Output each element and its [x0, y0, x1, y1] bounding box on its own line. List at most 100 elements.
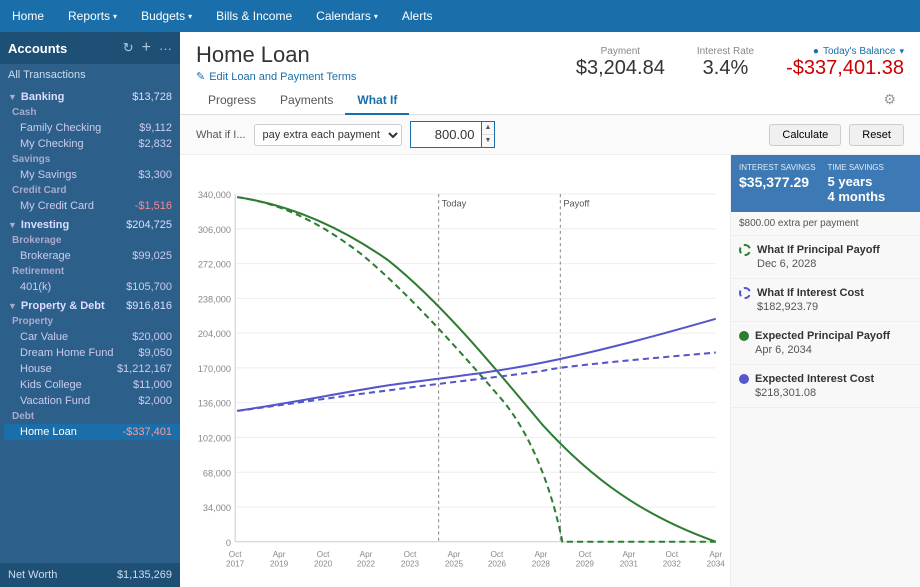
- sidebar-subgroup-brokerage: Brokerage: [4, 233, 180, 248]
- svg-text:Apr: Apr: [709, 550, 722, 559]
- today-balance-icon: ●: [813, 46, 819, 57]
- svg-text:2031: 2031: [620, 559, 639, 568]
- sidebar-item-vacation-fund[interactable]: Vacation Fund$2,000: [4, 393, 180, 409]
- whatif-amount-input[interactable]: [410, 121, 482, 148]
- loan-chart: 340,000 306,000 272,000 238,000 204,000 …: [184, 163, 726, 583]
- nav-item-alerts[interactable]: Alerts: [390, 0, 445, 32]
- sidebar-all-transactions[interactable]: All Transactions: [0, 64, 180, 86]
- whatif-spinner[interactable]: ▲ ▼: [482, 121, 496, 148]
- whatif-label: What if I...: [196, 129, 246, 141]
- expected-principal-label: Expected Principal Payoff: [755, 330, 890, 342]
- nav-home[interactable]: Home: [0, 0, 56, 32]
- svg-text:136,000: 136,000: [198, 399, 231, 409]
- sidebar-subgroup-savings: Savings: [4, 152, 180, 167]
- whatif-principal-value: Dec 6, 2028: [739, 258, 912, 270]
- settings-icon[interactable]: ⚙: [875, 87, 904, 112]
- expected-principal-value: Apr 6, 2034: [739, 344, 912, 356]
- today-balance-value: -$337,401.38: [786, 57, 904, 80]
- whatif-principal-label: What If Principal Payoff: [757, 244, 880, 256]
- interest-value: 3.4%: [697, 57, 754, 80]
- svg-text:Payoff: Payoff: [563, 198, 589, 208]
- today-balance-label: Today's Balance: [823, 46, 896, 57]
- svg-text:Apr: Apr: [535, 550, 548, 559]
- sidebar-subgroup-retirement: Retirement: [4, 264, 180, 279]
- refresh-icon[interactable]: ↻: [123, 40, 134, 56]
- sidebar-subgroup-cash: Cash: [4, 105, 180, 120]
- sidebar-item-my-credit-card[interactable]: My Credit Card-$1,516: [4, 198, 180, 214]
- legend-item-expected-principal: Expected Principal Payoff Apr 6, 2034: [731, 322, 920, 365]
- sidebar-group-investing-label: Investing: [21, 219, 126, 231]
- spinner-down-icon[interactable]: ▼: [482, 135, 495, 147]
- time-savings-value: 5 years4 months: [828, 174, 913, 204]
- nav-item-reports[interactable]: Reports ▾: [56, 0, 129, 32]
- tab-payments[interactable]: Payments: [268, 87, 345, 115]
- svg-text:306,000: 306,000: [198, 225, 231, 235]
- today-balance-arrow: ▾: [899, 46, 904, 57]
- more-options-icon[interactable]: ···: [159, 41, 172, 56]
- sidebar-group-banking: ▼ Banking $13,728 Cash Family Checking$9…: [0, 86, 180, 214]
- sidebar-item-kids-college[interactable]: Kids College$11,000: [4, 377, 180, 393]
- svg-text:2028: 2028: [532, 559, 551, 568]
- sidebar-item-dream-home[interactable]: Dream Home Fund$9,050: [4, 345, 180, 361]
- svg-text:Oct: Oct: [404, 550, 417, 559]
- nav-item-calendars[interactable]: Calendars ▾: [304, 0, 390, 32]
- sidebar-item-house[interactable]: House$1,212,167: [4, 361, 180, 377]
- svg-text:Today: Today: [442, 198, 467, 208]
- sidebar-item-my-savings[interactable]: My Savings$3,300: [4, 167, 180, 183]
- banking-collapse-icon[interactable]: ▼: [8, 92, 17, 102]
- svg-text:2023: 2023: [401, 559, 420, 568]
- calculate-button[interactable]: Calculate: [769, 124, 841, 146]
- time-savings-block: TIME SAVINGS 5 years4 months: [828, 163, 913, 204]
- content-header: Home Loan ✎ Edit Loan and Payment Terms …: [180, 32, 920, 115]
- svg-text:Oct: Oct: [665, 550, 678, 559]
- svg-text:170,000: 170,000: [198, 364, 231, 374]
- svg-text:2029: 2029: [576, 559, 595, 568]
- svg-text:204,000: 204,000: [198, 329, 231, 339]
- net-worth-label: Net Worth: [8, 569, 57, 581]
- add-account-icon[interactable]: +: [142, 39, 151, 57]
- spinner-up-icon[interactable]: ▲: [482, 122, 495, 135]
- investing-collapse-icon[interactable]: ▼: [8, 220, 17, 230]
- property-collapse-icon[interactable]: ▼: [8, 301, 17, 311]
- interest-savings-block: INTEREST SAVINGS $35,377.29: [739, 163, 824, 204]
- net-worth-value: $1,135,269: [117, 569, 172, 581]
- sidebar-item-home-loan[interactable]: Home Loan-$337,401: [4, 424, 180, 440]
- tab-whatif[interactable]: What If: [345, 87, 409, 115]
- nav-item-bills[interactable]: Bills & Income: [204, 0, 304, 32]
- sidebar-group-investing-total: $204,725: [126, 219, 172, 231]
- legend-item-whatif-principal: What If Principal Payoff Dec 6, 2028: [731, 236, 920, 279]
- chart-container: 340,000 306,000 272,000 238,000 204,000 …: [180, 155, 730, 587]
- svg-text:Oct: Oct: [229, 550, 242, 559]
- savings-header: INTEREST SAVINGS $35,377.29 TIME SAVINGS…: [731, 155, 920, 212]
- chevron-down-icon: ▾: [113, 12, 117, 21]
- svg-text:272,000: 272,000: [198, 260, 231, 270]
- svg-text:Apr: Apr: [622, 550, 635, 559]
- sidebar-group-property-debt: ▼ Property & Debt $916,816 Property Car …: [0, 295, 180, 440]
- whatif-principal-icon: [739, 244, 751, 256]
- svg-text:0: 0: [226, 538, 231, 548]
- tab-progress[interactable]: Progress: [196, 87, 268, 115]
- sidebar-item-brokerage[interactable]: Brokerage$99,025: [4, 248, 180, 264]
- reset-button[interactable]: Reset: [849, 124, 904, 146]
- nav-item-home[interactable]: Home: [0, 0, 56, 32]
- interest-savings-value: $35,377.29: [739, 174, 824, 190]
- nav-item-budgets[interactable]: Budgets ▾: [129, 0, 204, 32]
- edit-loan-link[interactable]: ✎ Edit Loan and Payment Terms: [196, 70, 356, 83]
- edit-loan-label: Edit Loan and Payment Terms: [209, 71, 356, 83]
- svg-text:Oct: Oct: [317, 550, 330, 559]
- sidebar-group-banking-total: $13,728: [132, 91, 172, 103]
- expected-interest-value: $218,301.08: [739, 387, 912, 399]
- sidebar-item-401k[interactable]: 401(k)$105,700: [4, 279, 180, 295]
- expected-principal-icon: [739, 331, 749, 341]
- sidebar-item-family-checking[interactable]: Family Checking$9,112: [4, 120, 180, 136]
- svg-text:2032: 2032: [663, 559, 682, 568]
- nav-reports-label: Reports: [68, 9, 110, 23]
- payment-value: $3,204.84: [576, 57, 665, 80]
- whatif-interest-label: What If Interest Cost: [757, 287, 864, 299]
- content-area: Home Loan ✎ Edit Loan and Payment Terms …: [180, 32, 920, 587]
- sidebar-item-car-value[interactable]: Car Value$20,000: [4, 329, 180, 345]
- sidebar-subgroup-property: Property: [4, 314, 180, 329]
- sidebar-item-my-checking[interactable]: My Checking$2,832: [4, 136, 180, 152]
- whatif-select[interactable]: pay extra each payment: [254, 124, 402, 146]
- interest-savings-label: INTEREST SAVINGS: [739, 163, 824, 172]
